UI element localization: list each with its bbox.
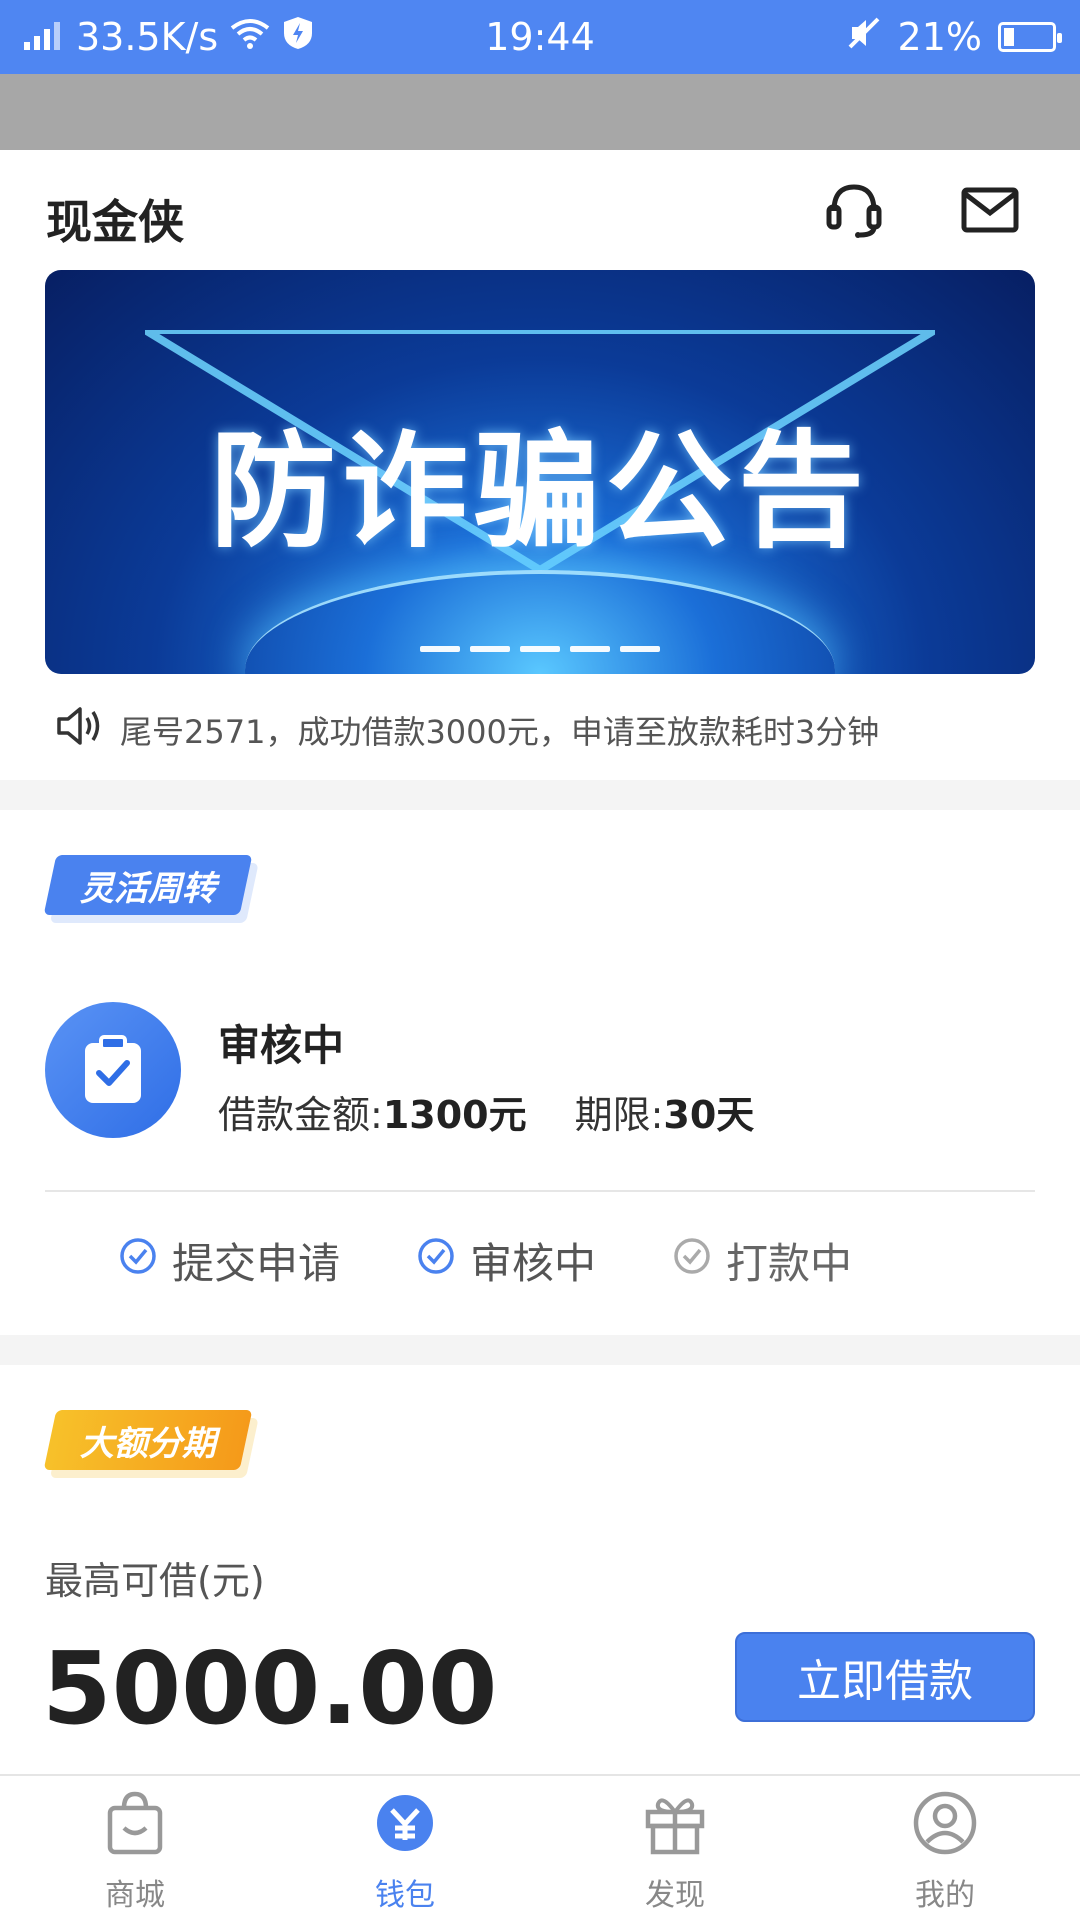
banner-glow xyxy=(245,570,835,674)
section-separator xyxy=(0,1335,1080,1365)
nav-item-wallet[interactable]: 钱包 xyxy=(270,1776,540,1920)
loan-term-value: 30天 xyxy=(663,1093,755,1137)
banner-headline: 防诈骗公告 xyxy=(210,418,870,565)
notice-text: 尾号2571，成功借款3000元，申请至放款耗时3分钟 xyxy=(120,713,880,751)
divider xyxy=(45,1190,1035,1192)
loan-amount: 借款金额:1300元 xyxy=(218,1084,527,1139)
nav-label: 我的 xyxy=(915,1878,975,1913)
flex-section-tag-label: 灵活周转 xyxy=(80,868,216,909)
carousel-dot[interactable] xyxy=(470,646,510,652)
large-section-tag-label: 大额分期 xyxy=(80,1423,216,1464)
status-time: 19:44 xyxy=(485,15,595,59)
carousel-dot[interactable] xyxy=(520,646,560,652)
loan-amount-label: 借款金额: xyxy=(218,1093,383,1137)
check-circle-icon xyxy=(416,1236,456,1286)
step-label: 审核中 xyxy=(470,1239,597,1288)
toolbar-placeholder xyxy=(0,74,1080,150)
progress-steps: 提交申请 审核中 打款中 xyxy=(118,1230,852,1291)
battery-percent: 21% xyxy=(897,15,982,59)
loan-detail: 借款金额:1300元 期限:30天 xyxy=(218,1084,754,1139)
battery-icon xyxy=(998,22,1062,52)
step-payout: 打款中 xyxy=(672,1230,852,1291)
nav-item-mine[interactable]: 我的 xyxy=(810,1776,1080,1920)
carousel-dot[interactable] xyxy=(620,646,660,652)
mail-icon xyxy=(961,187,1019,237)
step-label: 打款中 xyxy=(726,1239,853,1288)
wallet-yen-icon xyxy=(372,1790,438,1864)
check-circle-icon xyxy=(672,1236,712,1286)
loan-amount-value: 1300元 xyxy=(382,1093,527,1137)
max-loan-amount: 5000.00 xyxy=(42,1630,498,1747)
headset-icon xyxy=(824,179,884,245)
nav-label: 商城 xyxy=(105,1878,165,1913)
app-header: 现金侠 xyxy=(0,150,1080,270)
user-icon xyxy=(912,1790,978,1864)
nav-item-mall[interactable]: 商城 xyxy=(0,1776,270,1920)
mute-icon xyxy=(846,15,882,60)
review-status: 审核中 xyxy=(218,1021,345,1070)
message-button[interactable] xyxy=(958,180,1022,244)
notice-ticker: 尾号2571，成功借款3000元，申请至放款耗时3分钟 xyxy=(56,700,879,760)
flex-section-tag: 灵活周转 xyxy=(43,855,253,915)
apply-loan-button[interactable]: 立即借款 xyxy=(735,1632,1035,1722)
carousel-indicator xyxy=(45,646,1035,652)
customer-service-button[interactable] xyxy=(822,180,886,244)
status-bar: 33.5K/s 19:44 21% xyxy=(0,0,1080,74)
step-review: 审核中 xyxy=(416,1230,596,1291)
banner-carousel[interactable]: 防诈骗公告 xyxy=(45,270,1035,674)
bottom-nav: 商城 钱包 发现 我的 xyxy=(0,1774,1080,1920)
step-submit: 提交申请 xyxy=(118,1230,340,1291)
step-label: 提交申请 xyxy=(172,1239,341,1288)
nav-item-discover[interactable]: 发现 xyxy=(540,1776,810,1920)
clipboard-check-icon xyxy=(45,1002,181,1138)
carousel-dot[interactable] xyxy=(570,646,610,652)
gift-icon xyxy=(642,1790,708,1864)
carousel-dot[interactable] xyxy=(420,646,460,652)
nav-label: 发现 xyxy=(645,1878,705,1913)
check-circle-icon xyxy=(118,1236,158,1286)
section-separator xyxy=(0,780,1080,810)
app-title: 现金侠 xyxy=(46,195,184,249)
max-loan-label: 最高可借(元) xyxy=(45,1559,265,1603)
loan-term-label: 期限: xyxy=(574,1093,664,1137)
loan-term: 期限:30天 xyxy=(575,1084,755,1139)
speaker-icon xyxy=(56,705,102,755)
shopping-bag-icon xyxy=(102,1790,168,1864)
nav-label: 钱包 xyxy=(375,1878,435,1913)
large-section-tag: 大额分期 xyxy=(43,1410,253,1470)
